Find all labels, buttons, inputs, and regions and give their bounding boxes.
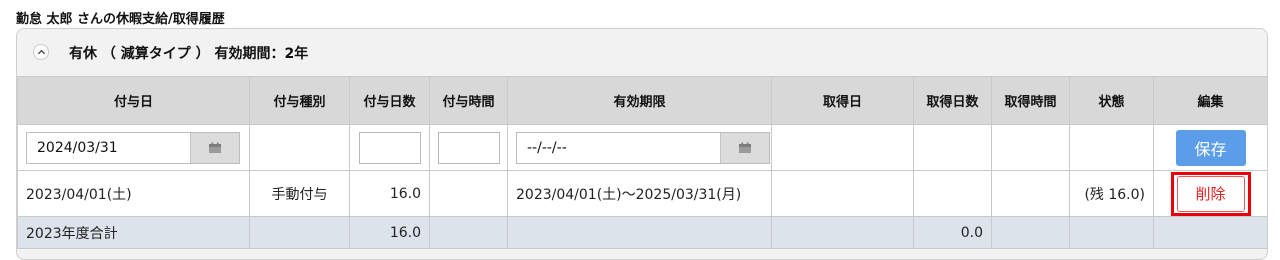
grant-hours-input[interactable]: [438, 131, 500, 164]
total-grant-days: 16.0: [349, 216, 430, 249]
table-row: 2023/04/01(土) 手動付与 16.0 2023/04/01(土)〜20…: [17, 170, 1267, 217]
cell-grant-type: 手動付与: [249, 170, 350, 217]
chevron-up-icon[interactable]: [33, 44, 49, 60]
delete-highlight: 削除: [1170, 171, 1251, 216]
col-header-acquired-days: 取得日数: [913, 76, 992, 125]
cell-expiry: 2023/04/01(土)〜2025/03/31(月): [507, 170, 772, 217]
col-header-acquired-hours: 取得時間: [991, 76, 1070, 125]
leave-panel: 有休 （ 減算タイプ ） 有効期間：2年 付与日 付与種別 付与日数 付与時間 …: [16, 28, 1268, 260]
cell-acquired-date: [771, 170, 914, 217]
col-header-grant-type: 付与種別: [249, 76, 350, 125]
total-acquired-days: 0.0: [913, 216, 992, 249]
col-header-expiry: 有効期限: [507, 76, 772, 125]
col-header-grant-days: 付与日数: [349, 76, 430, 125]
save-button[interactable]: 保存: [1175, 129, 1246, 166]
cell-grant-hours: [429, 170, 508, 217]
input-row: 2024/03/31 --/--/-- 保存: [17, 124, 1267, 171]
col-header-status: 状態: [1069, 76, 1154, 125]
grant-days-input[interactable]: [358, 131, 421, 164]
header-row: 付与日 付与種別 付与日数 付与時間 有効期限 取得日 取得日数 取得時間 状態…: [17, 76, 1267, 125]
total-row: 2023年度合計 16.0 0.0: [17, 216, 1267, 249]
grant-date-picker[interactable]: 2024/03/31: [26, 131, 240, 164]
total-label: 2023年度合計: [17, 216, 250, 249]
delete-button[interactable]: 削除: [1176, 175, 1245, 212]
col-header-edit: 編集: [1153, 76, 1267, 125]
expiry-date-picker[interactable]: --/--/--: [516, 131, 770, 164]
cell-acquired-days: [913, 170, 992, 217]
col-header-grant-date: 付与日: [17, 76, 250, 125]
cell-grant-days: 16.0: [349, 170, 430, 217]
calendar-icon[interactable]: [720, 132, 769, 163]
cell-acquired-hours: [991, 170, 1070, 217]
calendar-icon[interactable]: [190, 132, 239, 163]
grant-date-input[interactable]: 2024/03/31: [27, 133, 190, 163]
leave-history-table: 付与日 付与種別 付与日数 付与時間 有効期限 取得日 取得日数 取得時間 状態…: [17, 76, 1267, 249]
panel-title: 有休 （ 減算タイプ ） 有効期間：2年: [69, 46, 309, 62]
page-title: 勤怠 太郎 さんの休暇支給/取得履歴: [16, 12, 225, 27]
col-header-grant-hours: 付与時間: [429, 76, 508, 125]
expiry-date-input[interactable]: --/--/--: [517, 133, 720, 163]
cell-status: (残 16.0): [1069, 170, 1154, 217]
col-header-acquired-date: 取得日: [771, 76, 914, 125]
panel-header: 有休 （ 減算タイプ ） 有効期間：2年: [17, 29, 1267, 76]
cell-grant-date: 2023/04/01(土): [17, 170, 250, 217]
